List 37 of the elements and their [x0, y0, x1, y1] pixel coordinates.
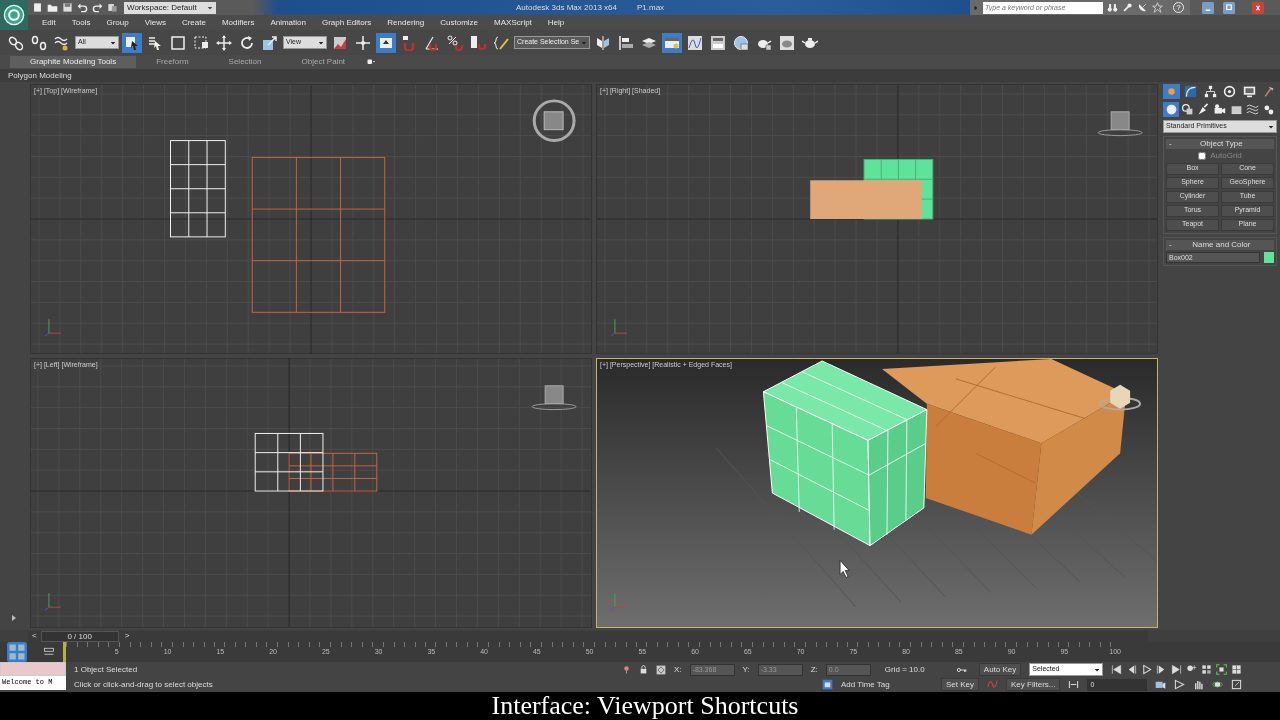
menu-item[interactable]: Help [539, 17, 573, 28]
coordinate-label: X: [674, 664, 682, 675]
time-tag-label[interactable]: Add Time Tag [841, 679, 933, 690]
coordinate-label: Z: [810, 664, 818, 675]
video-caption: Interface: Viewport Shortcuts [0, 692, 1280, 720]
coordinate-label: Y: [742, 664, 750, 675]
ribbon-panel-tab[interactable]: Polygon Modeling [8, 70, 72, 81]
auto-key-button[interactable]: Auto Key [978, 663, 1022, 676]
time-slider-handle[interactable]: 0 / 100 [40, 630, 119, 642]
next-frame-button[interactable]: > [120, 630, 134, 641]
rollout-header[interactable]: - Object Type [1166, 139, 1274, 149]
file-name: P1.max [636, 2, 665, 13]
menu-item[interactable]: Group [98, 17, 137, 28]
menu-item[interactable]: Modifiers [213, 17, 263, 28]
menu-item[interactable]: Graph Editors [313, 17, 380, 28]
menu-item[interactable]: Tools [63, 17, 99, 28]
previous-frame-button[interactable]: < [28, 631, 41, 641]
key-filters-button[interactable]: Key Filters... [1006, 678, 1061, 691]
menu-item[interactable]: Views [136, 17, 174, 28]
workspace-dropdown[interactable]: Workspace: Default [124, 1, 216, 14]
menu-item[interactable]: MAXScript [486, 17, 540, 28]
ribbon-tab[interactable]: Freeform [136, 56, 209, 68]
prompt-text: Click or click-and-drag to select objects [74, 679, 214, 690]
ribbon-tab[interactable]: Object Paint [281, 56, 366, 68]
ribbon-tab[interactable]: Selection [208, 56, 282, 68]
menu-item[interactable]: Edit [34, 17, 64, 28]
menu-item[interactable]: Customize [432, 17, 487, 28]
checkbox-label: AutoGrid [1210, 151, 1242, 161]
ribbon-tab[interactable]: Graphite Modeling Tools [10, 56, 137, 68]
menu-item[interactable]: Animation [262, 17, 314, 28]
menu-item[interactable]: Create [173, 17, 214, 28]
set-key-button[interactable]: Set Key [941, 678, 979, 691]
selection-status: 1 Object Selected [74, 664, 139, 675]
grid-spacing: Grid = 10.0 [883, 664, 926, 675]
rollout-header[interactable]: - Name and Color [1166, 239, 1274, 250]
menu-item[interactable]: Rendering [379, 17, 433, 28]
window-title: Autodesk 3ds Max 2013 x64 [516, 2, 617, 13]
